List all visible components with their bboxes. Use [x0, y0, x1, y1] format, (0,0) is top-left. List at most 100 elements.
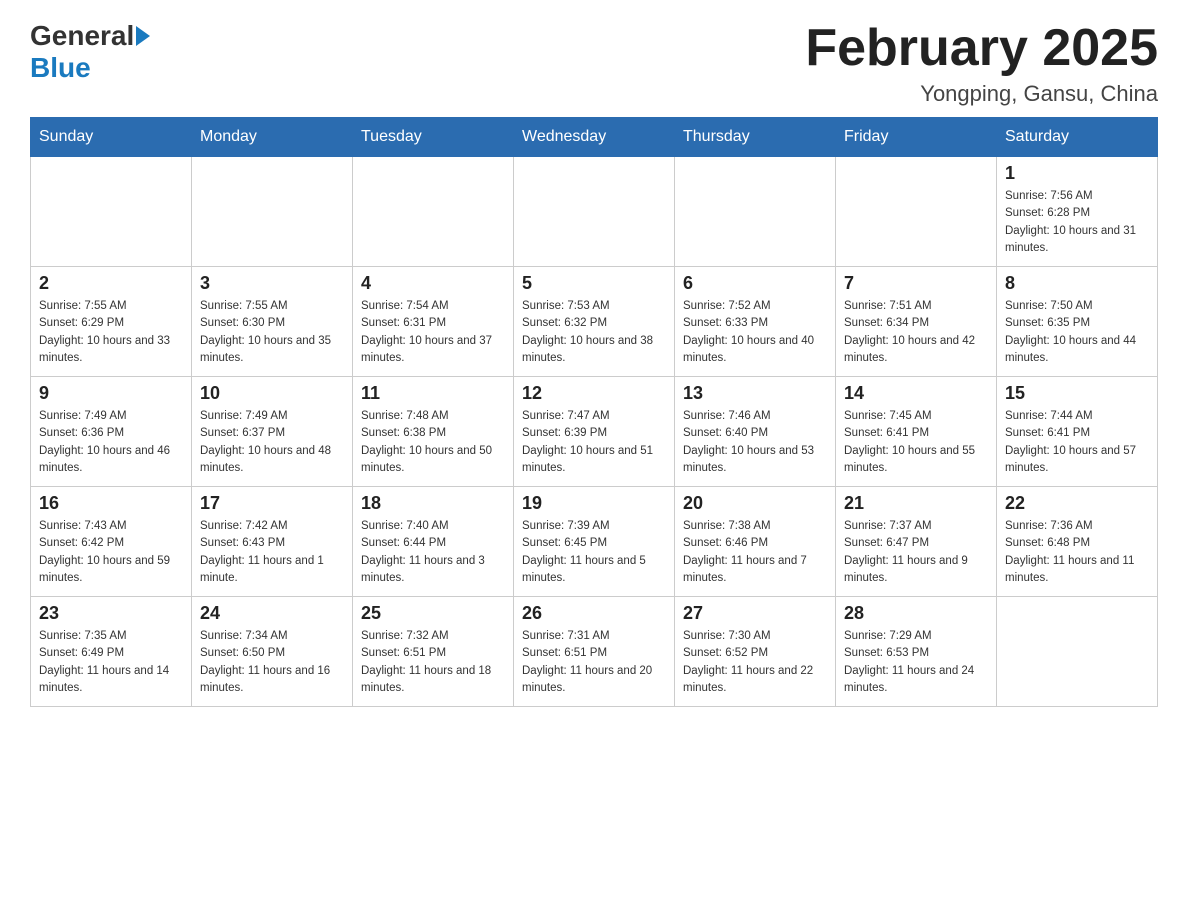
- header-saturday: Saturday: [997, 118, 1158, 157]
- day-number: 3: [200, 273, 344, 294]
- table-row: 8 Sunrise: 7:50 AMSunset: 6:35 PMDaylight…: [997, 267, 1158, 377]
- table-row: 18 Sunrise: 7:40 AMSunset: 6:44 PMDayligh…: [353, 487, 514, 597]
- day-info: Sunrise: 7:30 AMSunset: 6:52 PMDaylight:…: [683, 628, 827, 697]
- day-number: 8: [1005, 273, 1149, 294]
- day-info: Sunrise: 7:34 AMSunset: 6:50 PMDaylight:…: [200, 628, 344, 697]
- day-info: Sunrise: 7:45 AMSunset: 6:41 PMDaylight:…: [844, 408, 988, 477]
- table-row: 9Sunrise: 7:49 AMSunset: 6:36 PMDaylight…: [31, 377, 192, 487]
- day-info: Sunrise: 7:53 AMSunset: 6:32 PMDaylight:…: [522, 298, 666, 367]
- table-row: 24 Sunrise: 7:34 AMSunset: 6:50 PMDayligh…: [192, 597, 353, 707]
- logo-general-text2: General: [30, 20, 134, 52]
- day-number: 25: [361, 603, 505, 624]
- day-number: 12: [522, 383, 666, 404]
- table-row: 4 Sunrise: 7:54 AMSunset: 6:31 PMDaylight…: [353, 267, 514, 377]
- day-info: Sunrise: 7:37 AMSunset: 6:47 PMDaylight:…: [844, 518, 988, 587]
- day-number: 28: [844, 603, 988, 624]
- calendar-week-row: 9Sunrise: 7:49 AMSunset: 6:36 PMDaylight…: [31, 377, 1158, 487]
- day-info: Sunrise: 7:31 AMSunset: 6:51 PMDaylight:…: [522, 628, 666, 697]
- day-info: Sunrise: 7:51 AMSunset: 6:34 PMDaylight:…: [844, 298, 988, 367]
- days-header-row: Sunday Monday Tuesday Wednesday Thursday…: [31, 118, 1158, 157]
- table-row: 20Sunrise: 7:38 AMSunset: 6:46 PMDayligh…: [675, 487, 836, 597]
- day-number: 15: [1005, 383, 1149, 404]
- table-row: 12Sunrise: 7:47 AMSunset: 6:39 PMDayligh…: [514, 377, 675, 487]
- table-row: [31, 157, 192, 267]
- header-tuesday: Tuesday: [353, 118, 514, 157]
- table-row: 1Sunrise: 7:56 AMSunset: 6:28 PMDaylight…: [997, 157, 1158, 267]
- page-container: General General Blue February 2025 Yongp…: [30, 20, 1158, 707]
- day-number: 7: [844, 273, 988, 294]
- day-info: Sunrise: 7:35 AMSunset: 6:49 PMDaylight:…: [39, 628, 183, 697]
- calendar-title: February 2025: [805, 20, 1158, 77]
- day-number: 19: [522, 493, 666, 514]
- day-number: 11: [361, 383, 505, 404]
- calendar-week-row: 23 Sunrise: 7:35 AMSunset: 6:49 PMDayligh…: [31, 597, 1158, 707]
- day-number: 17: [200, 493, 344, 514]
- day-number: 22: [1005, 493, 1149, 514]
- table-row: 2Sunrise: 7:55 AMSunset: 6:29 PMDaylight…: [31, 267, 192, 377]
- day-info: Sunrise: 7:49 AMSunset: 6:37 PMDaylight:…: [200, 408, 344, 477]
- calendar-week-row: 1Sunrise: 7:56 AMSunset: 6:28 PMDaylight…: [31, 157, 1158, 267]
- day-number: 18: [361, 493, 505, 514]
- calendar-subtitle: Yongping, Gansu, China: [805, 81, 1158, 107]
- table-row: 21 Sunrise: 7:37 AMSunset: 6:47 PMDayligh…: [836, 487, 997, 597]
- table-row: 19 Sunrise: 7:39 AMSunset: 6:45 PMDayligh…: [514, 487, 675, 597]
- day-number: 13: [683, 383, 827, 404]
- day-info: Sunrise: 7:49 AMSunset: 6:36 PMDaylight:…: [39, 408, 183, 477]
- day-info: Sunrise: 7:46 AMSunset: 6:40 PMDaylight:…: [683, 408, 827, 477]
- table-row: 5 Sunrise: 7:53 AMSunset: 6:32 PMDaylight…: [514, 267, 675, 377]
- table-row: 7 Sunrise: 7:51 AMSunset: 6:34 PMDaylight…: [836, 267, 997, 377]
- calendar-table: Sunday Monday Tuesday Wednesday Thursday…: [30, 117, 1158, 707]
- day-info: Sunrise: 7:48 AMSunset: 6:38 PMDaylight:…: [361, 408, 505, 477]
- table-row: 15Sunrise: 7:44 AMSunset: 6:41 PMDayligh…: [997, 377, 1158, 487]
- table-row: 27Sunrise: 7:30 AMSunset: 6:52 PMDayligh…: [675, 597, 836, 707]
- table-row: [514, 157, 675, 267]
- day-info: Sunrise: 7:54 AMSunset: 6:31 PMDaylight:…: [361, 298, 505, 367]
- day-number: 21: [844, 493, 988, 514]
- table-row: 17 Sunrise: 7:42 AMSunset: 6:43 PMDayligh…: [192, 487, 353, 597]
- table-row: 28 Sunrise: 7:29 AMSunset: 6:53 PMDayligh…: [836, 597, 997, 707]
- day-info: Sunrise: 7:42 AMSunset: 6:43 PMDaylight:…: [200, 518, 344, 587]
- table-row: 23 Sunrise: 7:35 AMSunset: 6:49 PMDayligh…: [31, 597, 192, 707]
- table-row: 16Sunrise: 7:43 AMSunset: 6:42 PMDayligh…: [31, 487, 192, 597]
- table-row: [997, 597, 1158, 707]
- header-wednesday: Wednesday: [514, 118, 675, 157]
- table-row: 3 Sunrise: 7:55 AMSunset: 6:30 PMDaylight…: [192, 267, 353, 377]
- day-number: 24: [200, 603, 344, 624]
- table-row: [675, 157, 836, 267]
- day-info: Sunrise: 7:55 AMSunset: 6:30 PMDaylight:…: [200, 298, 344, 367]
- header-thursday: Thursday: [675, 118, 836, 157]
- table-row: [192, 157, 353, 267]
- table-row: 25 Sunrise: 7:32 AMSunset: 6:51 PMDayligh…: [353, 597, 514, 707]
- day-number: 6: [683, 273, 827, 294]
- day-info: Sunrise: 7:32 AMSunset: 6:51 PMDaylight:…: [361, 628, 505, 697]
- table-row: 6 Sunrise: 7:52 AMSunset: 6:33 PMDaylight…: [675, 267, 836, 377]
- day-number: 23: [39, 603, 183, 624]
- header-monday: Monday: [192, 118, 353, 157]
- table-row: [353, 157, 514, 267]
- logo-blue-text: Blue: [30, 52, 91, 83]
- day-number: 14: [844, 383, 988, 404]
- table-row: 13 Sunrise: 7:46 AMSunset: 6:40 PMDayligh…: [675, 377, 836, 487]
- day-info: Sunrise: 7:29 AMSunset: 6:53 PMDaylight:…: [844, 628, 988, 697]
- header-sunday: Sunday: [31, 118, 192, 157]
- table-row: 11 Sunrise: 7:48 AMSunset: 6:38 PMDayligh…: [353, 377, 514, 487]
- table-row: 14 Sunrise: 7:45 AMSunset: 6:41 PMDayligh…: [836, 377, 997, 487]
- table-row: 22 Sunrise: 7:36 AMSunset: 6:48 PMDayligh…: [997, 487, 1158, 597]
- day-info: Sunrise: 7:52 AMSunset: 6:33 PMDaylight:…: [683, 298, 827, 367]
- day-number: 1: [1005, 163, 1149, 184]
- day-number: 5: [522, 273, 666, 294]
- title-section: February 2025 Yongping, Gansu, China: [805, 20, 1158, 107]
- table-row: 26Sunrise: 7:31 AMSunset: 6:51 PMDayligh…: [514, 597, 675, 707]
- table-row: [836, 157, 997, 267]
- day-info: Sunrise: 7:38 AMSunset: 6:46 PMDaylight:…: [683, 518, 827, 587]
- day-info: Sunrise: 7:50 AMSunset: 6:35 PMDaylight:…: [1005, 298, 1149, 367]
- day-info: Sunrise: 7:36 AMSunset: 6:48 PMDaylight:…: [1005, 518, 1149, 587]
- header-friday: Friday: [836, 118, 997, 157]
- calendar-week-row: 16Sunrise: 7:43 AMSunset: 6:42 PMDayligh…: [31, 487, 1158, 597]
- table-row: 10Sunrise: 7:49 AMSunset: 6:37 PMDayligh…: [192, 377, 353, 487]
- day-number: 4: [361, 273, 505, 294]
- header: General General Blue February 2025 Yongp…: [30, 20, 1158, 107]
- day-info: Sunrise: 7:40 AMSunset: 6:44 PMDaylight:…: [361, 518, 505, 587]
- logo-arrow-icon2: [136, 26, 150, 46]
- day-info: Sunrise: 7:39 AMSunset: 6:45 PMDaylight:…: [522, 518, 666, 587]
